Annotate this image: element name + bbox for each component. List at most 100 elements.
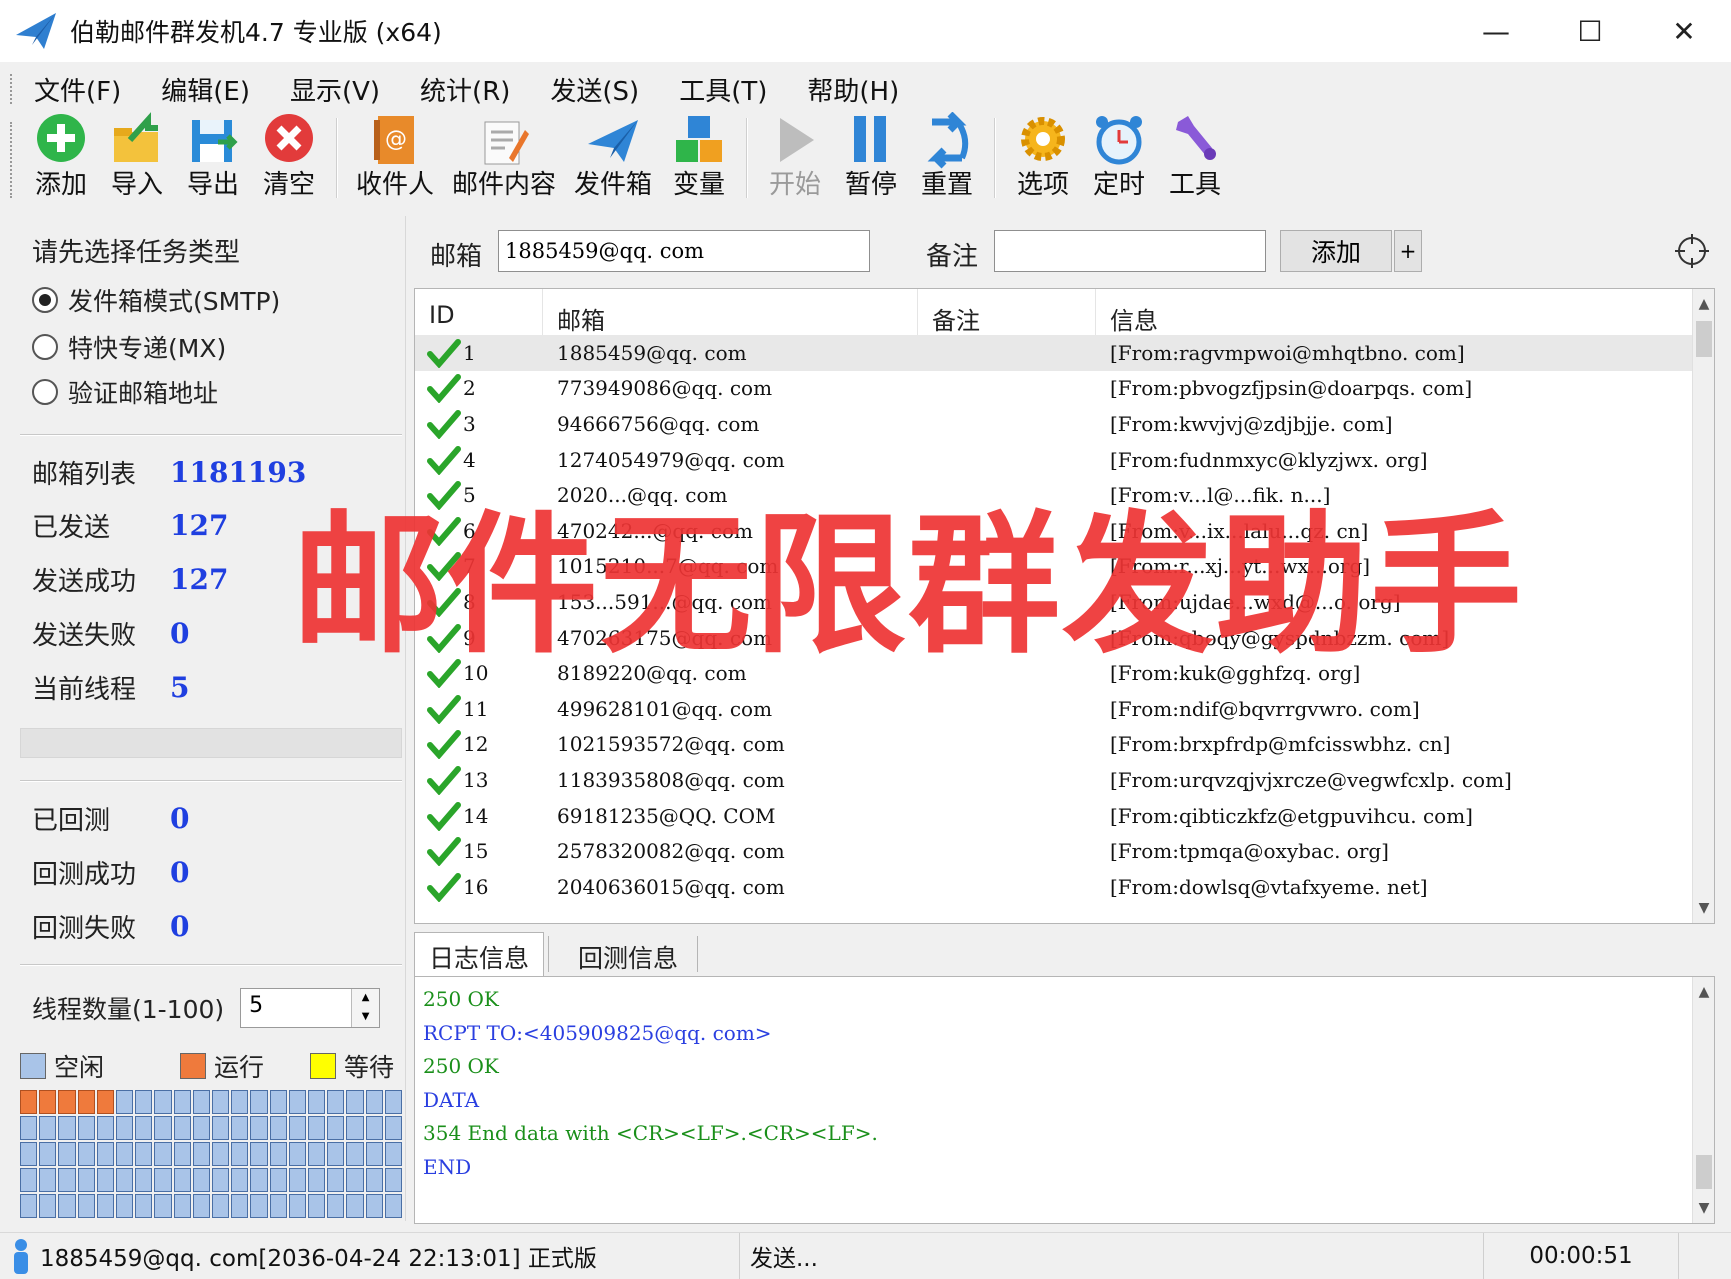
scroll-thumb[interactable]	[1696, 321, 1712, 357]
thread-count-spinner[interactable]: 5 ▲ ▼	[240, 988, 381, 1028]
menu-edit[interactable]: 编辑(E)	[161, 71, 250, 108]
table-scrollbar[interactable]: ▲ ▼	[1692, 289, 1714, 923]
tab-log[interactable]: 日志信息	[414, 932, 545, 976]
add-more-button[interactable]: +	[1394, 230, 1422, 272]
play-icon	[780, 118, 815, 162]
variables-button[interactable]: 变量	[664, 112, 734, 200]
thread-cell	[231, 1168, 249, 1192]
menu-file[interactable]: 文件(F)	[34, 71, 121, 108]
log-scrollbar[interactable]: ▲ ▼	[1692, 977, 1714, 1223]
col-info[interactable]: 信息	[1096, 289, 1693, 335]
mail-content-button[interactable]: 邮件内容	[446, 112, 562, 200]
check-icon	[427, 338, 461, 368]
import-button[interactable]: 导入	[102, 112, 172, 200]
thread-cell	[116, 1168, 134, 1192]
thread-cell	[96, 1142, 114, 1166]
folder-import-icon	[114, 112, 158, 162]
note-input[interactable]	[994, 230, 1266, 272]
thread-cell	[39, 1168, 57, 1192]
cell-email: 2578320082@qq. com	[557, 839, 785, 864]
minimize-button[interactable]: —	[1449, 0, 1543, 62]
thread-cell	[173, 1194, 191, 1218]
log-tabs: 日志信息 回测信息	[414, 932, 712, 976]
cell-email: 1885459@qq. com	[557, 340, 747, 365]
table-row[interactable]: 11 499628101@qq. com [From:ndif@bqvrrgvwro…	[415, 691, 1693, 727]
export-button[interactable]: 导出	[178, 112, 248, 200]
scroll-thumb[interactable]	[1696, 1155, 1712, 1189]
check-icon	[427, 801, 461, 831]
table-row[interactable]: 14 69181235@QQ. COM [From:qibticzkfz@etgpu…	[415, 798, 1693, 834]
scroll-up-icon[interactable]: ▲	[1693, 289, 1714, 319]
email-input[interactable]: 1885459@qq. com	[498, 230, 870, 272]
scroll-down-icon[interactable]: ▼	[1693, 893, 1714, 923]
thread-cell	[308, 1116, 326, 1140]
cell-info: [From:pbvogzfjpsin@doarpqs. com]	[1110, 376, 1473, 401]
table-row[interactable]: 12 1021593572@qq. com [From:brxpfrdp@mfcis…	[415, 727, 1693, 763]
table-row[interactable]: 16 2040636015@qq. com [From:dowlsq@vtafxye…	[415, 869, 1693, 905]
thread-cell	[20, 1142, 38, 1166]
tab-separator	[548, 936, 550, 972]
thread-cell	[288, 1168, 306, 1192]
check-icon	[427, 409, 461, 439]
col-email[interactable]: 邮箱	[543, 289, 918, 335]
close-button[interactable]: ✕	[1637, 0, 1731, 62]
thread-cell	[173, 1090, 191, 1114]
divider	[20, 964, 402, 966]
resize-grip-icon[interactable]	[1679, 1233, 1719, 1279]
maximize-button[interactable]: ☐	[1543, 0, 1637, 62]
cell-id: 16	[415, 872, 543, 902]
tools-button[interactable]: 工具	[1160, 112, 1230, 200]
thread-cell	[346, 1194, 364, 1218]
timer-button[interactable]: 定时	[1084, 112, 1154, 200]
thread-cell	[116, 1090, 134, 1114]
menu-tools[interactable]: 工具(T)	[679, 71, 767, 108]
cell-email: 94666756@qq. com	[557, 411, 760, 436]
gear-icon	[1021, 117, 1066, 161]
scroll-up-icon[interactable]: ▲	[1693, 977, 1714, 1007]
tab-verify[interactable]: 回测信息	[563, 932, 693, 976]
table-row[interactable]: 13 1183935808@qq. com [From:urqvzqjvjxrcze…	[415, 762, 1693, 798]
scroll-down-icon[interactable]: ▼	[1693, 1193, 1714, 1223]
note-label: 备注	[926, 242, 979, 272]
log-line: RCPT TO:<405909825@qq. com>	[423, 1020, 772, 1045]
thread-cell	[96, 1168, 114, 1192]
add-button[interactable]: 添加	[26, 112, 96, 200]
menu-help[interactable]: 帮助(H)	[807, 71, 899, 108]
start-button[interactable]: 开始	[760, 112, 830, 200]
reset-button[interactable]: 重置	[912, 112, 982, 200]
clear-x-icon	[265, 114, 313, 162]
add-email-button[interactable]: 添加	[1280, 230, 1392, 272]
thread-cell	[269, 1116, 287, 1140]
col-id[interactable]: ID	[415, 289, 543, 335]
col-note[interactable]: 备注	[918, 289, 1096, 335]
watermark-overlay: 邮件无限群发助手	[292, 497, 1524, 674]
menu-send[interactable]: 发送(S)	[550, 71, 639, 108]
options-button[interactable]: 选项	[1008, 112, 1078, 200]
spin-up-icon[interactable]: ▲	[352, 989, 380, 1008]
thread-cell	[116, 1142, 134, 1166]
thread-cell	[77, 1194, 95, 1218]
crosshair-icon[interactable]	[1675, 234, 1709, 268]
table-row[interactable]: 2 773949086@qq. com [From:pbvogzfjpsin@doa…	[415, 371, 1693, 407]
table-row[interactable]: 3 94666756@qq. com [From:kwvjvj@zdjbjje. c…	[415, 406, 1693, 442]
menu-stats[interactable]: 统计(R)	[420, 71, 510, 108]
pause-button[interactable]: 暂停	[836, 112, 906, 200]
recipients-button[interactable]: @ 收件人	[350, 112, 440, 200]
thread-cell	[192, 1116, 210, 1140]
thread-cell	[116, 1194, 134, 1218]
thread-cell	[250, 1116, 268, 1140]
spin-down-icon[interactable]: ▼	[352, 1008, 380, 1027]
thread-cell	[327, 1116, 345, 1140]
paper-plane-icon	[16, 13, 56, 49]
cell-email: 773949086@qq. com	[557, 376, 773, 401]
menu-view[interactable]: 显示(V)	[290, 71, 380, 108]
outbox-button[interactable]: 发件箱	[568, 112, 658, 200]
thread-cell	[365, 1168, 383, 1192]
thread-cell	[250, 1142, 268, 1166]
clear-button[interactable]: 清空	[254, 112, 324, 200]
table-row[interactable]: 1 1885459@qq. com [From:ragvmpwoi@mhqtbno.…	[415, 335, 1693, 371]
thread-cell	[269, 1194, 287, 1218]
window-title: 伯勒邮件群发机4.7 专业版 (x64)	[70, 18, 442, 47]
table-row[interactable]: 15 2578320082@qq. com [From:tpmqa@oxybac. …	[415, 833, 1693, 869]
cell-info: [From:brxpfrdp@mfcisswbhz. cn]	[1110, 732, 1451, 757]
